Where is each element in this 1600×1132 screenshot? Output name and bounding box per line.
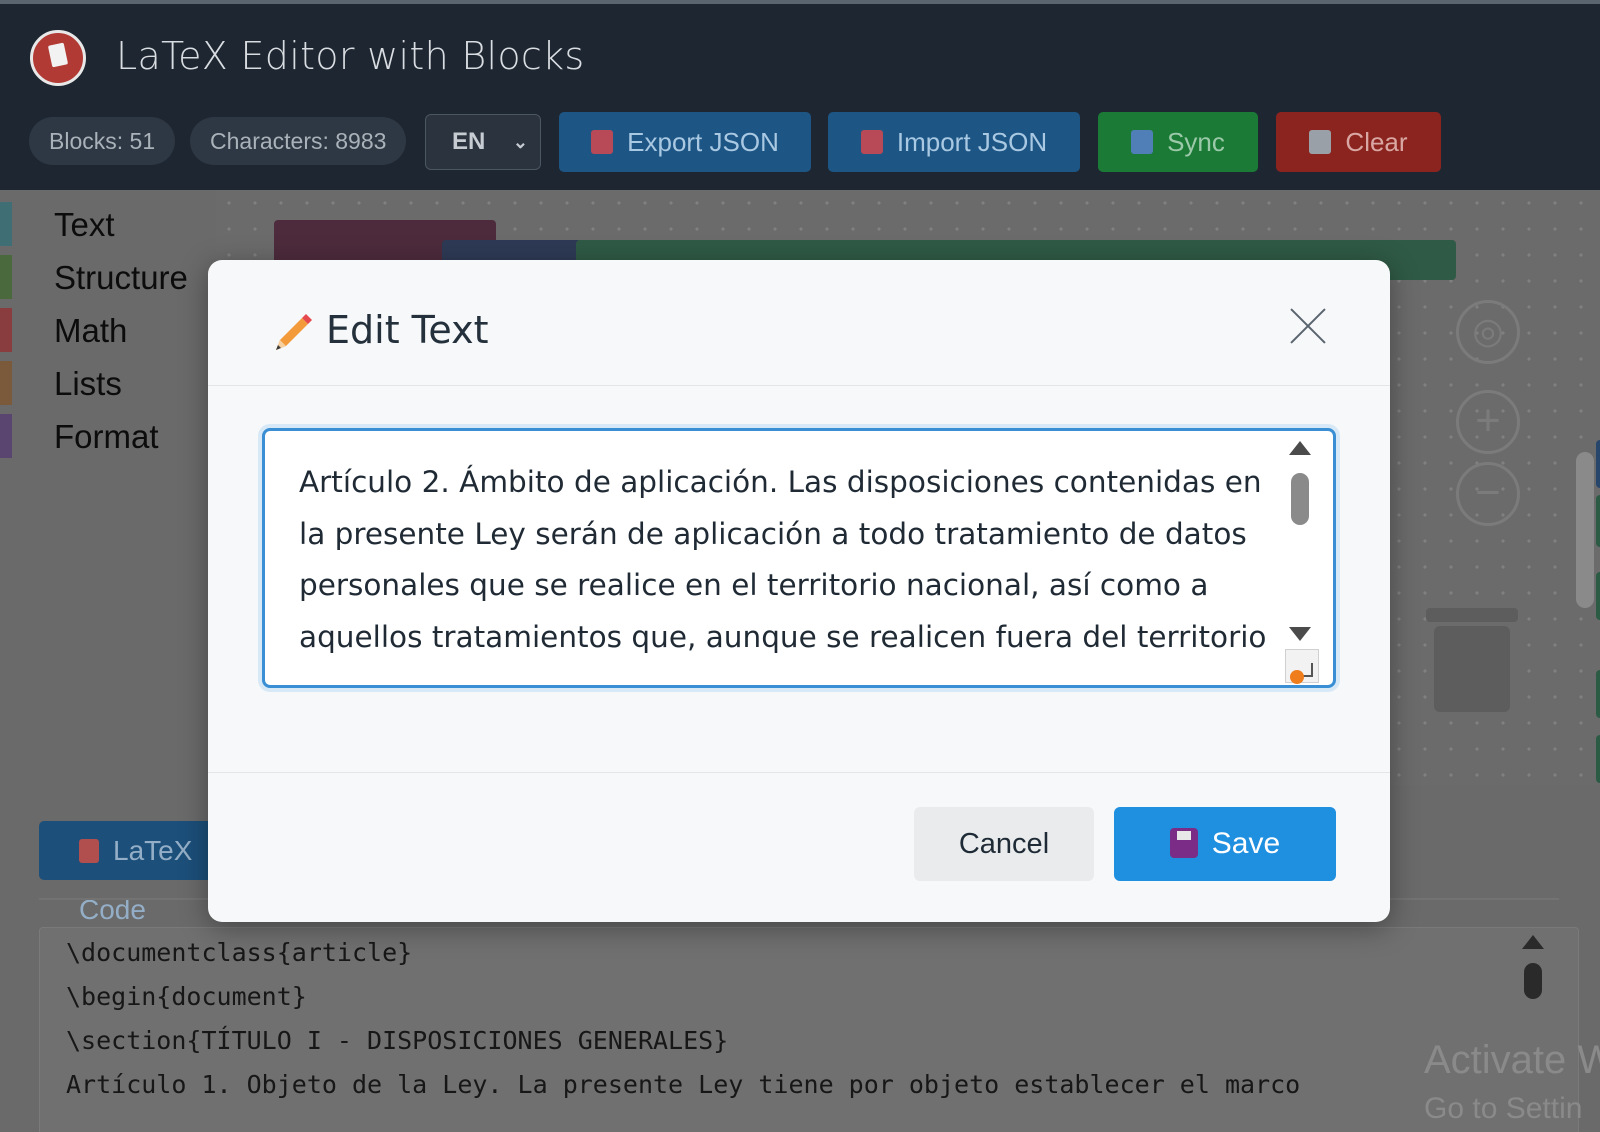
- sync-icon: [1131, 130, 1154, 154]
- dialog-header: Edit Text: [208, 260, 1390, 386]
- windows-activation-watermark: Activate W: [1424, 1038, 1600, 1082]
- latex-code-output[interactable]: \documentclass{article} \begin{document}…: [39, 927, 1579, 1132]
- code-scrollbar[interactable]: [1524, 963, 1542, 999]
- toolbox-category-text[interactable]: Text: [0, 200, 216, 248]
- app-title: LaTeX Editor with Blocks: [116, 34, 585, 78]
- code-line: Artículo 1. Objeto de la Ley. La present…: [66, 1070, 1301, 1099]
- sync-button[interactable]: Sync: [1098, 112, 1258, 172]
- zoom-out-icon[interactable]: −: [1456, 462, 1520, 526]
- language-select-value: EN: [452, 128, 486, 155]
- code-line: \documentclass{article}: [66, 938, 413, 967]
- category-color-bar: [0, 255, 12, 299]
- app-header: LaTeX Editor with Blocks Blocks: 51 Char…: [0, 0, 1600, 190]
- category-color-bar: [0, 361, 12, 405]
- code-line: \begin{document}: [66, 982, 307, 1011]
- save-label: Save: [1211, 827, 1281, 860]
- category-label: Lists: [54, 365, 122, 402]
- workspace-block[interactable]: [1596, 495, 1600, 547]
- pencil-icon: [276, 314, 312, 350]
- save-button[interactable]: Save: [1114, 807, 1336, 881]
- category-label: Structure: [54, 259, 188, 296]
- import-json-button[interactable]: Import JSON: [828, 112, 1080, 172]
- dialog-title: Edit Text: [326, 308, 489, 352]
- document-icon: [79, 839, 99, 863]
- category-label: Format: [54, 418, 159, 455]
- workspace-trash-icon[interactable]: [1426, 608, 1518, 712]
- clear-button[interactable]: Clear: [1276, 112, 1441, 172]
- workspace-block[interactable]: [1596, 735, 1600, 783]
- language-select[interactable]: EN ⌄: [425, 114, 541, 170]
- edit-text-dialog: Edit Text Artículo 2. Ámbito de aplicaci…: [208, 260, 1390, 922]
- category-color-bar: [0, 202, 12, 246]
- workspace-block[interactable]: [1596, 572, 1600, 620]
- block-toolbox: Text Structure Math Lists Format: [0, 190, 216, 785]
- toolbox-category-format[interactable]: Format: [0, 412, 216, 460]
- workspace-block[interactable]: [1596, 670, 1600, 718]
- category-label: Math: [54, 312, 128, 349]
- clear-label: Clear: [1345, 127, 1408, 157]
- zoom-in-icon[interactable]: +: [1456, 390, 1520, 454]
- edit-text-textarea[interactable]: Artículo 2. Ámbito de aplicación. Las di…: [262, 428, 1336, 688]
- characters-count-badge: Characters: 8983: [190, 117, 407, 165]
- code-scroll-up-icon[interactable]: [1522, 935, 1544, 949]
- export-json-label: Export JSON: [627, 127, 779, 157]
- recenter-icon[interactable]: ◎: [1456, 300, 1520, 364]
- trash-lid: [1426, 608, 1518, 622]
- windows-activation-subtext: Go to Settin: [1424, 1092, 1583, 1125]
- workspace-scrollbar[interactable]: [1576, 452, 1594, 608]
- textarea-scrollbar[interactable]: [1291, 473, 1309, 525]
- toolbox-category-structure[interactable]: Structure: [0, 253, 216, 301]
- trash-icon: [1309, 130, 1332, 154]
- sync-label: Sync: [1167, 127, 1225, 157]
- chevron-down-icon: ⌄: [512, 132, 528, 152]
- close-icon[interactable]: [1288, 306, 1328, 346]
- blocks-count-badge: Blocks: 51: [29, 117, 176, 165]
- import-icon: [860, 130, 883, 154]
- floppy-disk-icon: [1169, 828, 1198, 858]
- export-json-button[interactable]: Export JSON: [559, 112, 811, 172]
- textarea-scroll-up-icon[interactable]: [1289, 441, 1311, 455]
- category-label: Text: [54, 206, 115, 243]
- cancel-button[interactable]: Cancel: [914, 807, 1094, 881]
- category-color-bar: [0, 308, 12, 352]
- toolbox-category-lists[interactable]: Lists: [0, 359, 216, 407]
- trash-can: [1434, 626, 1510, 712]
- code-line: \section{TÍTULO I - DISPOSICIONES GENERA…: [66, 1026, 729, 1055]
- import-json-label: Import JSON: [896, 127, 1048, 157]
- workspace-block[interactable]: [1596, 440, 1600, 488]
- export-icon: [591, 130, 614, 154]
- textarea-content: Artículo 2. Ámbito de aplicación. Las di…: [299, 465, 1267, 654]
- toolbox-category-math[interactable]: Math: [0, 306, 216, 354]
- cursor-indicator-dot: [1290, 670, 1304, 684]
- textarea-scroll-down-icon[interactable]: [1289, 627, 1311, 641]
- category-color-bar: [0, 414, 12, 458]
- dialog-footer: Cancel Save: [208, 772, 1390, 922]
- app-logo-icon: [30, 30, 86, 86]
